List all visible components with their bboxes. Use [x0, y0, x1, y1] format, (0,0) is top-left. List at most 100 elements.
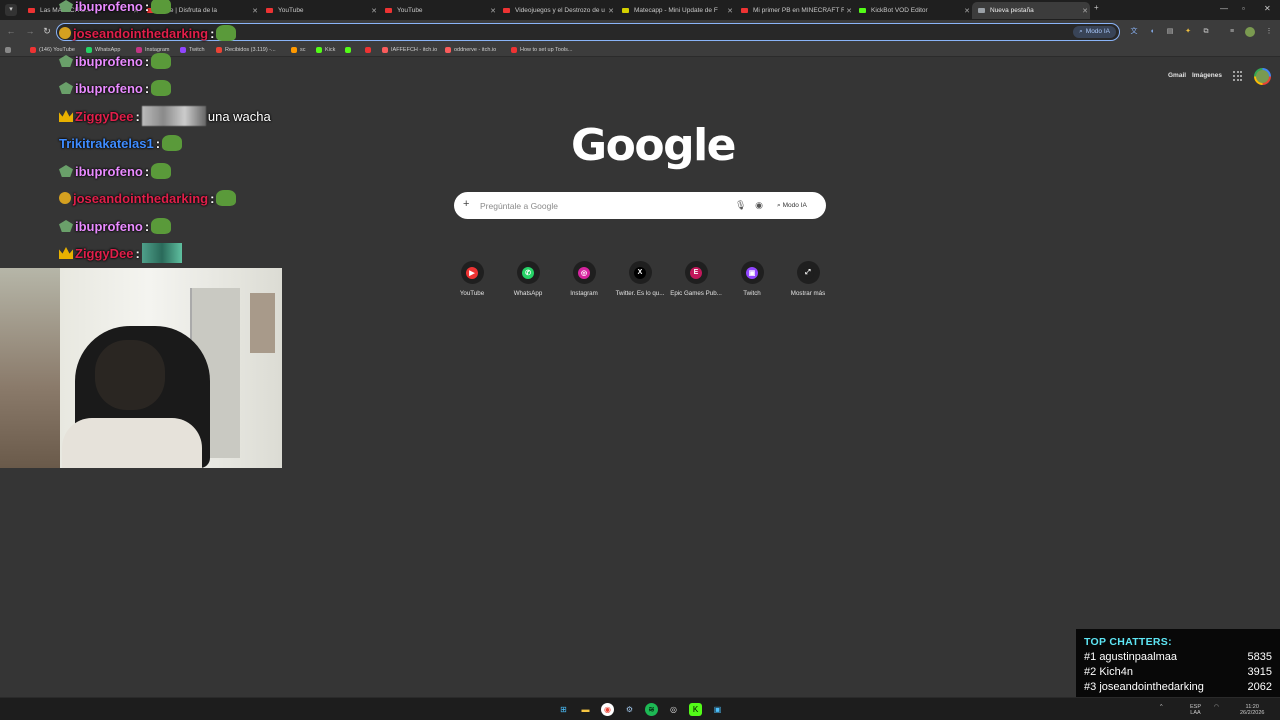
tab-close-icon[interactable]: ✕: [962, 7, 972, 15]
tab-7[interactable]: KickBot VOD Editor ✕: [853, 2, 972, 19]
language-indicator: ESP LAA: [1190, 704, 1201, 716]
file-explorer-icon[interactable]: ▬: [579, 703, 592, 716]
shortcut-label: Instagram: [570, 290, 598, 297]
shortcut-tile[interactable]: ⤢ Mostrar más: [780, 261, 836, 297]
spotify-icon[interactable]: ≋: [645, 703, 658, 716]
tab-5[interactable]: Matecapp - Mini Update de F ✕: [616, 2, 735, 19]
shortcut-tile[interactable]: X Twitter. Es lo qu...: [612, 261, 668, 297]
tab-3[interactable]: YouTube ✕: [379, 2, 498, 19]
youtube-icon: ▶: [466, 266, 478, 279]
maximize-button[interactable]: ▫: [1242, 4, 1245, 13]
chat-colon: :: [144, 218, 150, 234]
ai-search-icon: ⌕: [777, 201, 781, 209]
chat-colon: :: [210, 25, 215, 41]
shortcut-circle: ⤢: [796, 261, 820, 284]
shortcut-label: YouTube: [459, 290, 485, 297]
media-icon[interactable]: ▤: [1165, 27, 1175, 37]
chat-username: ibuprofeno: [75, 53, 143, 69]
images-link[interactable]: Imágenes: [1192, 72, 1222, 79]
tab-6[interactable]: Mi primer PB en MINECRAFT R ✕: [735, 2, 854, 19]
chat-message: Trikitrakatelas1:: [59, 133, 183, 153]
shortcut-tile[interactable]: ◎ Instagram: [556, 261, 612, 297]
bookmark-item[interactable]: How to set up Tools...: [511, 45, 572, 55]
shortcut-label: Twitter. Es lo qu...: [615, 290, 665, 297]
bookmark-item[interactable]: [365, 45, 374, 55]
shortcut-tile[interactable]: ✆ WhatsApp: [500, 261, 556, 297]
menu-icon[interactable]: ⋮: [1264, 27, 1274, 37]
tab-favicon-icon: [978, 8, 985, 13]
gmail-link[interactable]: Gmail: [1168, 72, 1186, 79]
top-chatter-row: #2 Kich4n 3915: [1084, 666, 1272, 678]
tab-close-icon[interactable]: ✕: [725, 7, 735, 15]
chrome-icon[interactable]: ◉: [601, 703, 614, 716]
tab-close-icon[interactable]: ✕: [1080, 7, 1090, 15]
omnibox-modo-ia-button[interactable]: ⌕ Modo IA: [1073, 25, 1116, 38]
tab-favicon-icon: [385, 8, 392, 13]
tab-4[interactable]: Videojuegos y el Destrozo de u ✕: [497, 2, 616, 19]
omnibox-modo-ia-label: Modo IA: [1085, 28, 1110, 35]
add-icon[interactable]: +: [463, 198, 469, 210]
extensions-icon[interactable]: ⧉: [1201, 27, 1211, 37]
minimize-button[interactable]: —: [1220, 4, 1228, 13]
profile-icon[interactable]: [1245, 27, 1255, 37]
coin-badge-icon: [59, 192, 71, 204]
obs-icon[interactable]: ◎: [667, 703, 680, 716]
lang2-label: LAA: [1190, 710, 1201, 716]
chatter-name: Kich4n: [1099, 666, 1133, 678]
google-apps-icon[interactable]: [1233, 71, 1243, 81]
tab-favicon-icon: [741, 8, 748, 13]
shortcut-tile[interactable]: ▣ Twitch: [724, 261, 780, 297]
new-tab-button[interactable]: +: [1094, 3, 1099, 12]
chatter-count: 5835: [1247, 651, 1272, 663]
bookmark-item[interactable]: IAFFEFCH - itch.io: [382, 45, 437, 55]
chatter-count: 3915: [1247, 666, 1272, 678]
sidepanel-icon[interactable]: ≡: [1227, 27, 1237, 37]
tab-title: Matecapp - Mini Update de F: [634, 7, 718, 14]
apps-shortcut-icon[interactable]: [5, 45, 11, 55]
back-button[interactable]: ←: [5, 25, 17, 37]
tab-title: Mi primer PB en MINECRAFT R: [753, 7, 844, 14]
chat-colon: :: [135, 245, 140, 261]
wifi-icon[interactable]: ◠: [1214, 704, 1219, 710]
extension-star-icon[interactable]: ✦: [1183, 27, 1193, 37]
tab-close-icon[interactable]: ✕: [606, 7, 616, 15]
mod-badge-icon: [59, 82, 73, 94]
tab-8[interactable]: Nueva pestaña ✕: [972, 2, 1090, 19]
steam-icon[interactable]: ⚙: [623, 703, 636, 716]
bookmark-item[interactable]: oddnerve - itch.io: [445, 45, 496, 55]
forward-button[interactable]: →: [24, 25, 36, 37]
crown-badge-icon: [59, 110, 73, 122]
microphone-icon[interactable]: 🎙: [735, 200, 746, 211]
app-icon[interactable]: ▣: [711, 703, 724, 716]
start-icon[interactable]: ⊞: [557, 703, 570, 716]
mod-badge-icon: [59, 55, 73, 67]
tab-favicon-icon: [503, 8, 510, 13]
clock[interactable]: 11:20 26/2/2026: [1240, 704, 1264, 716]
shortcut-tile[interactable]: ▶ YouTube: [444, 261, 500, 297]
chat-username: ZiggyDee: [75, 245, 134, 261]
chat-message: ibuprofeno:: [59, 216, 172, 236]
shortcut-circle: E: [684, 261, 708, 284]
google-search-box[interactable]: + Pregúntale a Google 🎙 ◉ ⌕ Modo IA: [454, 192, 826, 219]
modo-ia-button[interactable]: ⌕ Modo IA: [777, 199, 807, 212]
shortcut-circle: ▣: [740, 261, 764, 284]
expand-icon: ⤢: [802, 266, 814, 279]
reload-button[interactable]: ↻: [41, 25, 53, 37]
shortcut-tile[interactable]: E Epic Games Pub...: [668, 261, 724, 297]
kick-icon[interactable]: K: [689, 703, 702, 716]
account-avatar[interactable]: [1254, 68, 1271, 85]
chat-colon: :: [144, 0, 150, 14]
close-window-button[interactable]: ✕: [1264, 4, 1271, 13]
shortcut-label: Epic Games Pub...: [670, 290, 722, 297]
tab-close-icon[interactable]: ✕: [369, 7, 379, 15]
translate-icon[interactable]: 文: [1129, 27, 1139, 37]
date-label: 26/2/2026: [1240, 710, 1265, 716]
frog-emote-icon: [151, 218, 172, 234]
cast-icon[interactable]: ◖: [1147, 27, 1157, 37]
tray-chevron-icon[interactable]: ^: [1160, 704, 1163, 710]
tab-search-button[interactable]: ▾: [5, 4, 17, 16]
tab-title: YouTube: [397, 7, 423, 14]
frog-emote-icon: [216, 190, 237, 206]
top-chatter-row: #1 agustinpaalmaa 5835: [1084, 651, 1272, 663]
lens-icon[interactable]: ◉: [754, 200, 764, 211]
